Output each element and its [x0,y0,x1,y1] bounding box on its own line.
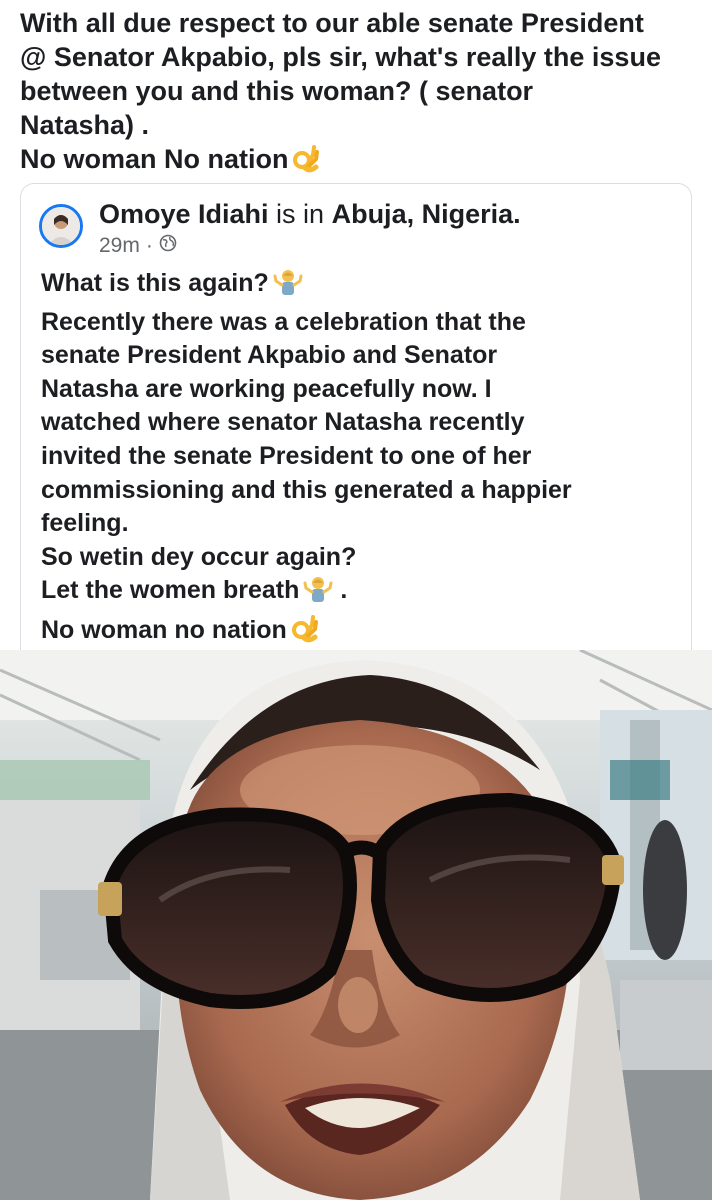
post-meta: 29m · [99,233,177,259]
post-time[interactable]: 29m [99,233,140,259]
post-text-line: Natasha) . [20,110,150,140]
body-line: Natasha are working peacefully now. I [41,374,492,403]
sunglasses-right-lens [370,792,623,1002]
post-text-line: No woman No nation [20,144,289,174]
left-wall-stripe [0,760,150,800]
shared-post-card[interactable]: Omoye Idiahi is in Abuja, Nigeria. 29m ·… [20,183,692,663]
body-line: What is this again? [41,267,681,306]
sunglasses-gold-hinge-left [98,882,122,916]
body-line: Recently there was a celebration that th… [41,307,526,336]
post-text-line: With all due respect to our able senate … [20,8,644,38]
sunglasses-bridge [336,840,387,861]
sunglasses-gold-hinge-right [602,855,624,885]
body-line: So wetin dey occur again? [41,542,357,571]
person-in-background [643,820,687,960]
body-line: invited the senate President to one of h… [41,441,532,470]
shared-post-body: What is this again? Recently there was a… [41,267,681,653]
post-text-line: between you and this woman? ( senator [20,76,534,106]
post-photo[interactable] [0,650,712,1200]
shrug-icon [303,575,333,613]
post-text-line: @ Senator Akpabio, pls sir, what's reall… [20,42,661,72]
sunglasses-left-lens [102,807,357,1009]
shared-post-header: Omoye Idiahi is in Abuja, Nigeria. [99,197,521,231]
body-line: watched where senator Natasha recently [41,408,525,437]
location-link[interactable]: Abuja, Nigeria. [332,199,521,229]
shrug-icon [273,268,303,306]
right-desk [620,980,712,1070]
meta-separator: · [145,234,153,257]
body-line: feeling. [41,509,129,538]
ok-hand-icon [291,613,319,653]
right-sign [610,760,670,800]
body-line: senate President Akpabio and Senator [41,341,498,370]
line-suffix: . [333,576,348,605]
body-line-text: No woman no nation [41,615,287,644]
body-line: Let the women breath . [41,574,681,613]
body-line-text: Let the women breath [41,576,300,605]
nose-highlight [338,977,378,1033]
avatar[interactable] [39,204,83,248]
body-line: commissioning and this generated a happi… [41,475,572,504]
post-container: With all due respect to our able senate … [0,0,712,663]
globe-icon [159,233,177,259]
checkin-connector: is in [268,199,332,229]
post-text-line-last: No woman No nation [20,142,700,181]
body-line: No woman no nation [41,613,681,653]
post-text: With all due respect to our able senate … [20,6,700,181]
author-name[interactable]: Omoye Idiahi [99,199,269,229]
ok-hand-icon [292,143,320,181]
body-line-text: What is this again? [41,269,269,297]
